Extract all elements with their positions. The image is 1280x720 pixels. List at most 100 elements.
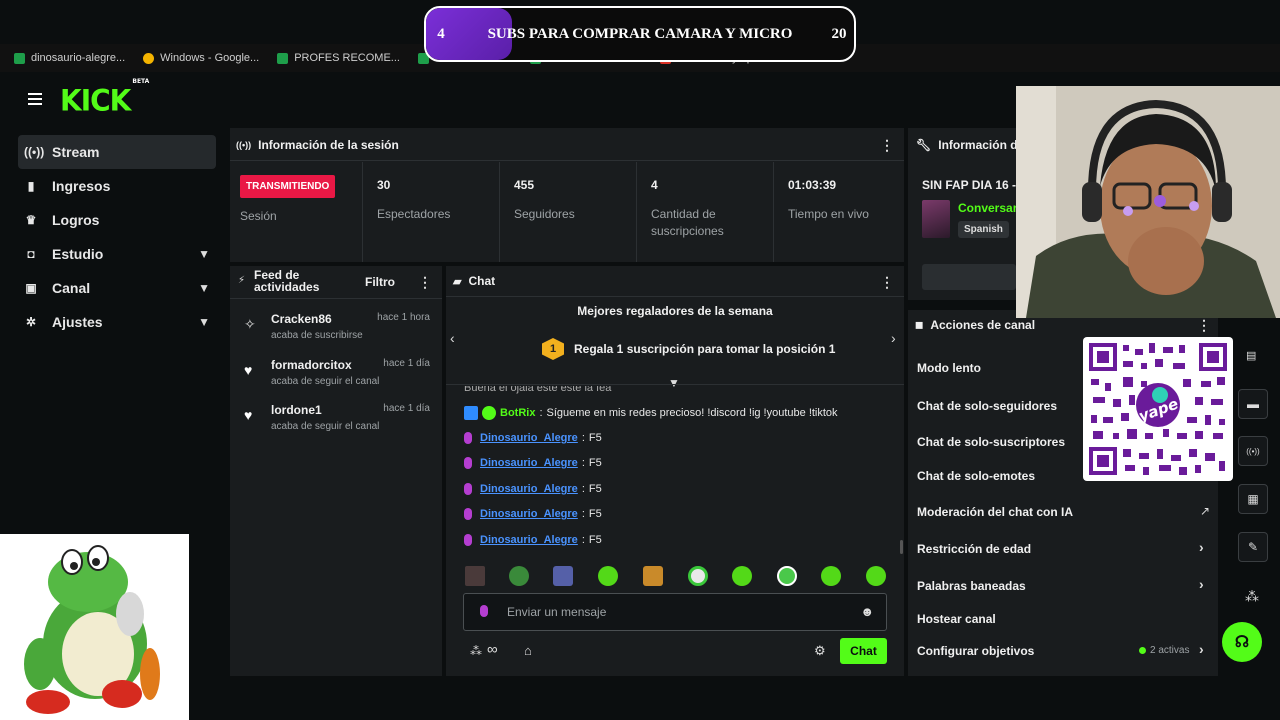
stat-uptime: 01:03:39 Tiempo en vivo	[773, 162, 904, 262]
chat-cut-line: Buena el ojala este este la fea	[464, 386, 612, 394]
sidebar-item-canal[interactable]: ▣ Canal ▼	[18, 271, 216, 305]
action-age-restriction[interactable]: Restricción de edad	[917, 542, 1031, 556]
webcam-overlay	[1016, 86, 1280, 318]
action-host-channel[interactable]: Hostear canal	[917, 612, 996, 626]
feed-filter-button[interactable]: Filtro	[365, 275, 395, 289]
gear-icon[interactable]: ⚙︎	[814, 643, 826, 659]
sidebar-item-estudio[interactable]: ◘ Estudio ▼	[18, 237, 216, 271]
store-icon[interactable]: ⌂	[524, 643, 532, 658]
sheet-icon	[277, 52, 289, 64]
sub-goal-banner: 4 SUBS PARA COMPRAR CAMARA Y MICRO 20	[424, 6, 856, 62]
goal-title: SUBS PARA COMPRAR CAMARA Y MICRO	[487, 25, 793, 42]
emote-icon[interactable]	[866, 566, 886, 586]
trophy-icon: ♛	[25, 213, 37, 227]
chevron-down-icon: ▼	[198, 281, 210, 295]
category-thumbnail	[922, 200, 950, 238]
wrench-icon: ✎	[1247, 540, 1259, 554]
bolt-icon: ⚡︎	[238, 275, 246, 286]
gifters-text: Regala 1 suscripción para tomar la posic…	[574, 342, 836, 356]
chevron-down-icon: ▼	[198, 315, 210, 329]
chat-message: Dinosaurio_Alegre: F5	[464, 508, 602, 520]
channel-actions-title: ◼ Acciones de canal	[915, 318, 1036, 332]
heart-icon: ♥	[244, 407, 253, 423]
edit-stream-button[interactable]	[922, 264, 1016, 290]
action-slow-mode[interactable]: Modo lento	[917, 361, 981, 375]
layout-icon: ▦	[1247, 492, 1259, 506]
emote-icon[interactable]	[509, 566, 529, 586]
bookmark[interactable]: PROFES RECOME...	[277, 52, 400, 64]
yoshi-overlay-image	[0, 534, 189, 720]
action-followers-only[interactable]: Chat de solo-seguidores	[917, 399, 1057, 413]
sidebar-item-stream[interactable]: ((•)) Stream	[18, 135, 216, 169]
emote-icon[interactable]	[553, 566, 573, 586]
mic-badge-icon	[480, 605, 488, 617]
bookmark[interactable]: dinosaurio-alegre...	[14, 52, 125, 64]
send-chat-button[interactable]: Chat	[840, 638, 887, 664]
chevron-right-icon: ›	[1199, 576, 1204, 592]
emote-icon[interactable]	[777, 566, 797, 586]
action-banned-words[interactable]: Palabras baneadas	[917, 579, 1026, 593]
document-icon[interactable]: ▤	[1246, 349, 1256, 362]
rail-layout-button[interactable]: ▦	[1238, 484, 1268, 514]
emote-icon[interactable]	[465, 566, 485, 586]
rail-tools-button[interactable]: ✎	[1238, 532, 1268, 562]
gifters-title: Mejores regaladores de la semana	[577, 304, 773, 318]
next-arrow-icon[interactable]: ›	[891, 330, 896, 346]
emoji-icon[interactable]: ☻	[860, 604, 874, 619]
emote-icon[interactable]	[643, 566, 663, 586]
category-link[interactable]: Conversar	[958, 201, 1017, 215]
emote-icon[interactable]	[821, 566, 841, 586]
heart-icon: ♥	[244, 362, 253, 378]
goals-active-count: 2 activas	[1150, 645, 1190, 656]
emote-icon[interactable]	[732, 566, 752, 586]
action-configure-goals[interactable]: Configurar objetivos	[917, 644, 1034, 658]
channel-actions-menu-icon[interactable]: ⋮	[1197, 317, 1211, 334]
emote-icon[interactable]	[688, 566, 708, 586]
feed-item: ♥ lordone1 hace 1 día acaba de seguir el…	[244, 403, 430, 432]
stat-subs: 4 Cantidad de suscripciones	[636, 162, 773, 262]
external-link-icon[interactable]: ↗	[1200, 504, 1210, 518]
sidebar-item-ingresos[interactable]: ▮ Ingresos	[18, 169, 216, 203]
mic-badge-icon	[464, 483, 472, 495]
rail-broadcast-button[interactable]: ((•))	[1238, 436, 1268, 466]
prev-arrow-icon[interactable]: ‹	[450, 330, 455, 346]
session-label: Sesión	[240, 209, 277, 223]
goal-current: 4	[437, 25, 445, 42]
yoshi-icon	[0, 534, 189, 720]
chat-menu-icon[interactable]: ⋮	[880, 274, 894, 291]
emote-icon[interactable]	[598, 566, 618, 586]
wrench-icon: 🔧︎	[916, 138, 932, 152]
broadcast-icon: ((•))	[24, 145, 45, 159]
kick-logo[interactable]: KICKBETA	[60, 78, 149, 118]
sidebar-item-logros[interactable]: ♛ Logros	[18, 203, 216, 237]
feed-title: Feed de actividades	[254, 268, 320, 294]
action-ai-moderation[interactable]: Moderación del chat con IA	[917, 505, 1073, 519]
live-badge: TRANSMITIENDO	[240, 175, 336, 198]
support-headset-icon[interactable]: ☊	[1222, 622, 1262, 662]
action-emotes-only[interactable]: Chat de solo-emotes	[917, 469, 1035, 483]
session-menu-icon[interactable]: ⋮	[880, 137, 894, 154]
bookmark[interactable]: Windows - Google...	[143, 52, 259, 64]
chat-message: Dinosaurio_Alegre: F5	[464, 432, 602, 444]
mic-badge-icon	[464, 432, 472, 444]
chat-scrollbar[interactable]	[900, 540, 903, 554]
apps-icon[interactable]: ⁂	[1245, 588, 1259, 605]
chat-input-placeholder: Enviar un mensaje	[507, 605, 607, 619]
feed-menu-icon[interactable]: ⋮	[418, 274, 432, 291]
sidebar-item-ajustes[interactable]: ✲ Ajustes ▼	[18, 305, 216, 339]
active-dot-icon	[1139, 647, 1146, 654]
chat-input[interactable]: Enviar un mensaje ☻	[463, 593, 887, 631]
session-panel-title: ((•)) Información de la sesión	[236, 138, 399, 152]
rail-chat-button[interactable]: ▬	[1238, 389, 1268, 419]
stat-followers: 455 Seguidores	[499, 162, 636, 262]
menu-icon[interactable]	[28, 93, 42, 105]
chevron-down-icon: ▼	[198, 247, 210, 261]
chat-bubble-icon: ▰	[453, 275, 462, 288]
feed-item: ♥ formadorcitox hace 1 día acaba de segu…	[244, 358, 430, 387]
action-subscribers-only[interactable]: Chat de solo-suscriptores	[917, 435, 1065, 449]
studio-icon: ◘	[27, 247, 35, 261]
points-icon[interactable]: ⁂	[470, 644, 482, 658]
channel-icon: ▣	[25, 281, 37, 295]
chat-message: Dinosaurio_Alegre: F5	[464, 457, 602, 469]
chevron-right-icon: ›	[1199, 641, 1204, 657]
